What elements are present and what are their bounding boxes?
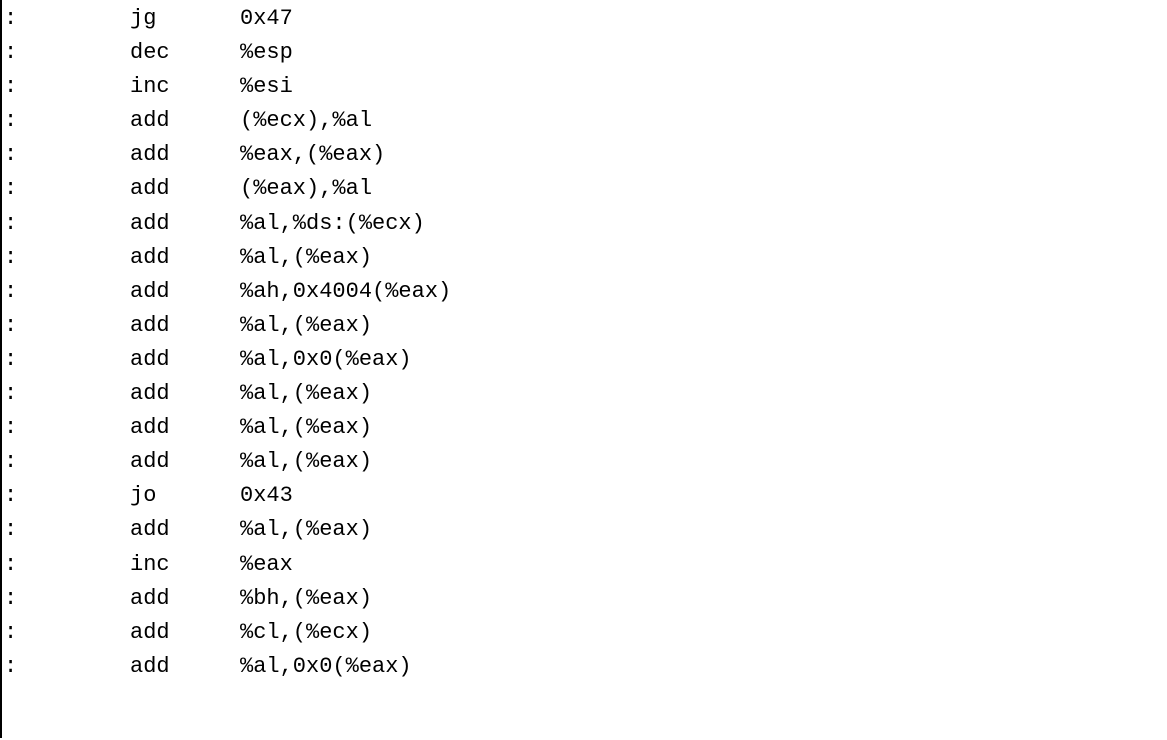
- line-marker: :: [4, 548, 22, 582]
- mnemonic: add: [130, 343, 240, 377]
- asm-line: : add%al,(%eax): [4, 309, 1167, 343]
- line-marker: :: [4, 104, 22, 138]
- mnemonic: jo: [130, 479, 240, 513]
- asm-line: : add%al,(%eax): [4, 445, 1167, 479]
- asm-line: : inc%esi: [4, 70, 1167, 104]
- mnemonic: add: [130, 513, 240, 547]
- operands: (%eax),%al: [240, 172, 372, 206]
- mnemonic: add: [130, 138, 240, 172]
- line-marker: :: [4, 513, 22, 547]
- asm-line: : add(%ecx),%al: [4, 104, 1167, 138]
- mnemonic: add: [130, 445, 240, 479]
- operands: %eax,(%eax): [240, 138, 385, 172]
- operands: %al,(%eax): [240, 309, 372, 343]
- disassembly-listing: :jg0x47 :dec%esp :inc%esi :add(%ecx),%al…: [0, 0, 1167, 738]
- line-marker: :: [4, 616, 22, 650]
- line-marker: :: [4, 445, 22, 479]
- asm-line: : add%cl,(%ecx): [4, 616, 1167, 650]
- operands: %al,0x0(%eax): [240, 650, 412, 684]
- mnemonic: add: [130, 616, 240, 650]
- operands: %esp: [240, 36, 293, 70]
- line-marker: :: [4, 138, 22, 172]
- asm-line: : add%al,(%eax): [4, 241, 1167, 275]
- operands: %al,(%eax): [240, 377, 372, 411]
- line-marker: :: [4, 479, 22, 513]
- asm-line: : dec%esp: [4, 36, 1167, 70]
- operands: %bh,(%eax): [240, 582, 372, 616]
- line-marker: :: [4, 207, 22, 241]
- operands: %al,%ds:(%ecx): [240, 207, 425, 241]
- asm-line: : jo0x43: [4, 479, 1167, 513]
- operands: %esi: [240, 70, 293, 104]
- operands: 0x47: [240, 2, 293, 36]
- line-marker: :: [4, 36, 22, 70]
- asm-line: : add%al,0x0(%eax): [4, 650, 1167, 684]
- mnemonic: add: [130, 104, 240, 138]
- operands: %eax: [240, 548, 293, 582]
- mnemonic: add: [130, 411, 240, 445]
- mnemonic: add: [130, 377, 240, 411]
- asm-line: : add%al,(%eax): [4, 411, 1167, 445]
- operands: %al,(%eax): [240, 513, 372, 547]
- asm-line: : add%ah,0x4004(%eax): [4, 275, 1167, 309]
- line-marker: :: [4, 582, 22, 616]
- asm-line: : add%al,(%eax): [4, 513, 1167, 547]
- mnemonic: add: [130, 650, 240, 684]
- mnemonic: add: [130, 275, 240, 309]
- line-marker: :: [4, 377, 22, 411]
- asm-line: : add%al,(%eax): [4, 377, 1167, 411]
- line-marker: :: [4, 343, 22, 377]
- operands: %ah,0x4004(%eax): [240, 275, 451, 309]
- mnemonic: inc: [130, 548, 240, 582]
- operands: %al,(%eax): [240, 241, 372, 275]
- asm-line: : jg0x47: [4, 2, 1167, 36]
- operands: %al,0x0(%eax): [240, 343, 412, 377]
- operands: %al,(%eax): [240, 411, 372, 445]
- line-marker: :: [4, 241, 22, 275]
- line-marker: :: [4, 2, 22, 36]
- mnemonic: dec: [130, 36, 240, 70]
- line-marker: :: [4, 411, 22, 445]
- asm-line: : inc%eax: [4, 548, 1167, 582]
- mnemonic: add: [130, 241, 240, 275]
- mnemonic: inc: [130, 70, 240, 104]
- line-marker: :: [4, 275, 22, 309]
- mnemonic: add: [130, 309, 240, 343]
- asm-line: : add%al,%ds:(%ecx): [4, 207, 1167, 241]
- operands: (%ecx),%al: [240, 104, 372, 138]
- asm-line: : add(%eax),%al: [4, 172, 1167, 206]
- asm-line: : add%al,0x0(%eax): [4, 343, 1167, 377]
- asm-line: : add%eax,(%eax): [4, 138, 1167, 172]
- line-marker: :: [4, 70, 22, 104]
- asm-line: : add%bh,(%eax): [4, 582, 1167, 616]
- mnemonic: add: [130, 172, 240, 206]
- line-marker: :: [4, 650, 22, 684]
- operands: %al,(%eax): [240, 445, 372, 479]
- mnemonic: add: [130, 207, 240, 241]
- operands: 0x43: [240, 479, 293, 513]
- line-marker: :: [4, 172, 22, 206]
- line-marker: :: [4, 309, 22, 343]
- mnemonic: jg: [130, 2, 240, 36]
- operands: %cl,(%ecx): [240, 616, 372, 650]
- mnemonic: add: [130, 582, 240, 616]
